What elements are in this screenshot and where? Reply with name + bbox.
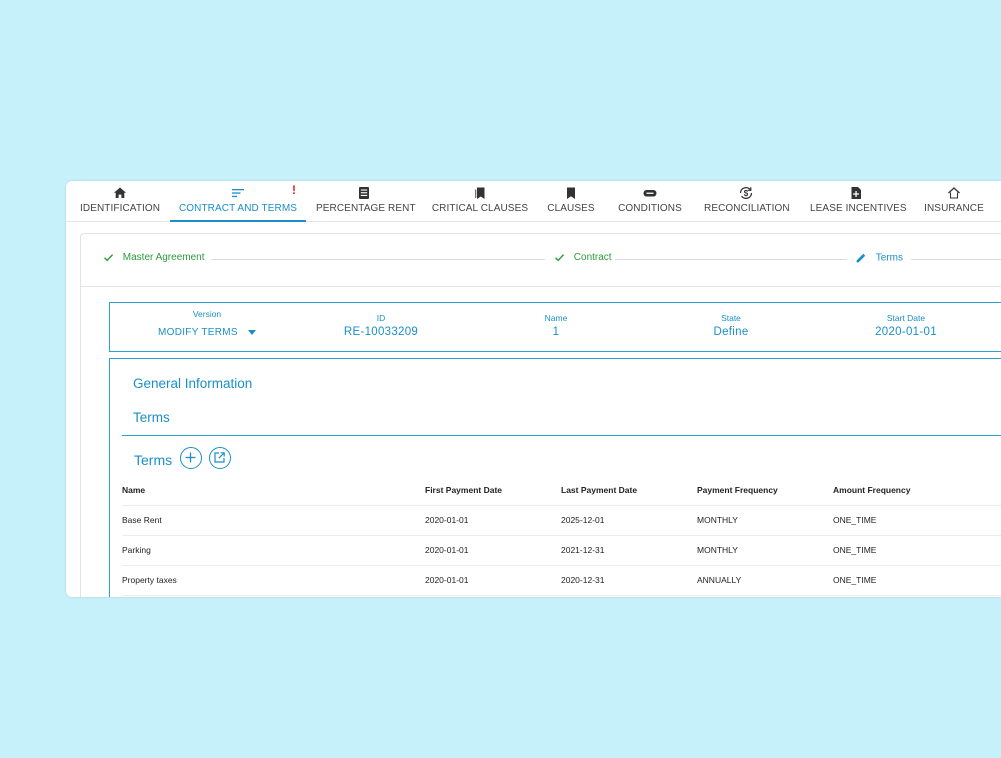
add-term-button[interactable] xyxy=(180,447,202,469)
tab-percentage-rent[interactable]: PERCENTAGE RENT xyxy=(316,181,416,221)
cell-payment-frequency: ANNUALLY xyxy=(697,575,742,585)
table-header-row: Name First Payment Date Last Payment Dat… xyxy=(122,476,1001,506)
tab-insurance[interactable]: INSURANCE xyxy=(922,181,986,221)
id-value: RE-10033209 xyxy=(343,326,419,338)
alert-indicator: ! xyxy=(292,183,296,197)
step-contract[interactable]: Contract xyxy=(554,252,612,263)
step-label: Terms xyxy=(875,252,904,264)
tab-critical-clauses[interactable]: CRITICAL CLAUSES xyxy=(430,181,530,221)
step-terms[interactable]: Terms xyxy=(855,252,903,264)
column-header-first-payment[interactable]: First Payment Date xyxy=(425,476,502,505)
cell-payment-frequency: MONTHLY xyxy=(697,545,738,555)
column-header-name[interactable]: Name xyxy=(122,476,145,505)
pencil-icon xyxy=(856,253,866,263)
cell-amount-frequency: ONE_TIME xyxy=(833,545,877,555)
start-date-label: Start Date xyxy=(886,313,926,323)
step-master-agreement[interactable]: Master Agreement xyxy=(103,252,205,263)
tab-label: INSURANCE xyxy=(924,203,984,214)
tab-label: CRITICAL CLAUSES xyxy=(431,203,529,214)
terms-heading[interactable]: Terms xyxy=(133,410,170,425)
tab-label: LEASE INCENTIVES xyxy=(810,203,907,214)
cell-first-payment: 2020-01-01 xyxy=(425,515,469,525)
cell-first-payment: 2020-01-01 xyxy=(425,575,469,585)
tab-label: CONDITIONS xyxy=(618,203,682,214)
tab-label: RECONCILIATION xyxy=(704,203,790,214)
terms-table-title: Terms xyxy=(134,452,173,468)
tab-label: CONTRACT AND TERMS xyxy=(178,203,298,214)
check-icon xyxy=(555,254,565,262)
open-external-button[interactable] xyxy=(209,447,231,469)
details-panel: General Information Terms Terms Name Fir… xyxy=(109,358,1001,597)
contract-summary: Version MODIFY TERMS ID RE-10033209 Name… xyxy=(109,302,1001,352)
svg-text:$: $ xyxy=(744,189,749,198)
step-label: Master Agreement xyxy=(122,252,205,263)
cell-amount-frequency: ONE_TIME xyxy=(833,575,877,585)
column-header-payment-frequency[interactable]: Payment Frequency xyxy=(697,476,778,505)
sort-lines-icon xyxy=(232,189,244,198)
tab-contract-and-terms[interactable]: CONTRACT AND TERMS ! xyxy=(170,181,306,222)
version-label: Version xyxy=(192,309,222,319)
tab-bar: IDENTIFICATION CONTRACT AND TERMS ! PERC… xyxy=(66,181,1001,222)
tab-label: CLAUSES xyxy=(547,203,595,214)
app-window: IDENTIFICATION CONTRACT AND TERMS ! PERC… xyxy=(66,181,1001,597)
cell-name: Parking xyxy=(122,545,151,555)
step-label: Contract xyxy=(573,252,612,263)
cell-payment-frequency: MONTHLY xyxy=(697,515,738,525)
cell-name: Property taxes xyxy=(122,575,177,585)
house-shield-icon xyxy=(948,187,960,199)
state-value: Define xyxy=(713,326,749,338)
file-plus-icon xyxy=(851,187,861,199)
cell-name: Base Rent xyxy=(122,515,162,525)
name-label: Name xyxy=(544,313,568,323)
content-card: Master Agreement Contract Terms Version … xyxy=(80,233,1001,597)
tab-label: PERCENTAGE RENT xyxy=(316,203,416,214)
column-header-last-payment[interactable]: Last Payment Date xyxy=(561,476,637,505)
tab-reconciliation[interactable]: $ RECONCILIATION xyxy=(704,181,790,221)
start-date-value: 2020-01-01 xyxy=(875,326,937,338)
open-in-new-icon xyxy=(214,452,225,463)
tab-conditions[interactable]: CONDITIONS xyxy=(618,181,682,221)
toggle-icon xyxy=(643,190,657,197)
general-information-heading[interactable]: General Information xyxy=(133,376,252,391)
stepper: Master Agreement Contract Terms xyxy=(81,234,1001,287)
cell-last-payment: 2025-12-01 xyxy=(561,515,605,525)
step-connector xyxy=(911,259,1001,260)
currency-sync-icon: $ xyxy=(739,186,753,200)
column-header-amount-frequency[interactable]: Amount Frequency xyxy=(833,476,910,505)
step-connector xyxy=(211,259,545,260)
document-icon xyxy=(359,187,369,199)
plus-icon xyxy=(185,452,196,463)
tab-identification[interactable]: IDENTIFICATION xyxy=(80,181,160,221)
home-icon xyxy=(114,187,126,198)
bookmarks-icon xyxy=(475,187,485,199)
state-label: State xyxy=(721,313,741,323)
chevron-down-icon xyxy=(248,329,256,335)
table-row[interactable]: Property taxes 2020-01-01 2020-12-31 ANN… xyxy=(122,566,1001,596)
bookmark-icon xyxy=(567,187,575,199)
tab-clauses[interactable]: CLAUSES xyxy=(546,181,596,221)
check-icon xyxy=(104,254,114,262)
table-row[interactable]: Base Rent 2020-01-01 2025-12-01 MONTHLY … xyxy=(122,506,1001,536)
table-row[interactable]: Parking 2020-01-01 2021-12-31 MONTHLY ON… xyxy=(122,536,1001,566)
cell-last-payment: 2020-12-31 xyxy=(561,575,605,585)
cell-last-payment: 2021-12-31 xyxy=(561,545,605,555)
terms-table: Name First Payment Date Last Payment Dat… xyxy=(122,476,1001,596)
id-label: ID xyxy=(376,313,386,323)
step-connector xyxy=(615,259,847,260)
divider xyxy=(122,435,1001,436)
cell-first-payment: 2020-01-01 xyxy=(425,545,469,555)
name-value: 1 xyxy=(552,326,560,338)
tab-label: IDENTIFICATION xyxy=(80,203,161,214)
cell-amount-frequency: ONE_TIME xyxy=(833,515,877,525)
version-select[interactable]: MODIFY TERMS xyxy=(147,327,267,338)
active-tab-indicator xyxy=(170,220,306,222)
version-value: MODIFY TERMS xyxy=(158,327,238,338)
tab-lease-incentives[interactable]: LEASE INCENTIVES xyxy=(810,181,907,221)
